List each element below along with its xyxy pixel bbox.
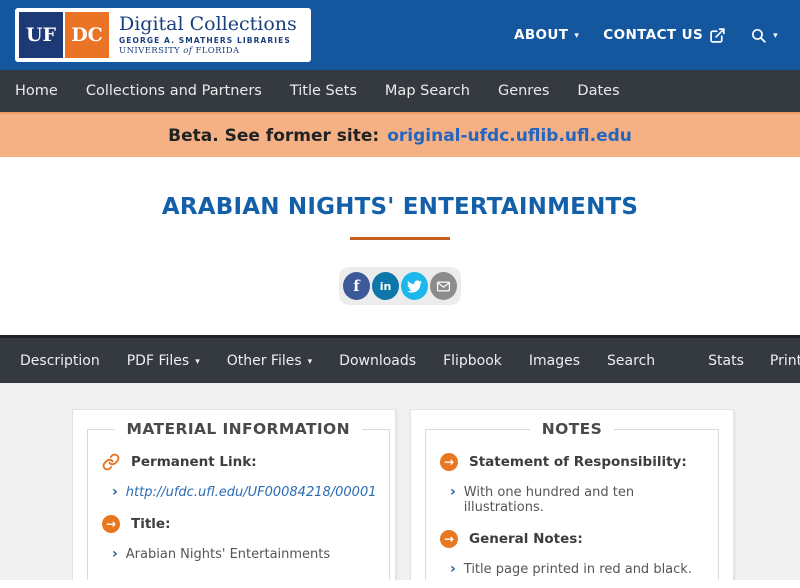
- facebook-share-button[interactable]: f: [343, 272, 370, 300]
- chevron-right-icon: ›: [112, 484, 118, 500]
- arrow-glyph: →: [443, 455, 455, 469]
- twitter-share-button[interactable]: [401, 272, 428, 300]
- link-icon: [102, 453, 120, 471]
- chevron-down-icon: ▾: [307, 356, 313, 367]
- title-divider: [350, 237, 450, 240]
- toolbar-downloads-label: Downloads: [339, 352, 417, 369]
- linkedin-icon: in: [379, 279, 392, 293]
- title-label-row: → Title:: [102, 515, 377, 533]
- permanent-link-label-row: Permanent Link:: [102, 453, 377, 471]
- nav-item-collections-and-partners[interactable]: Collections and Partners: [72, 83, 276, 99]
- site-header: UF DC Digital Collections GEORGE A. SMAT…: [0, 0, 800, 70]
- social-share-bar: f in: [339, 267, 461, 305]
- general-note-1-value: Title page printed in red and black.: [463, 562, 692, 577]
- item-hero: ARABIAN NIGHTS' ENTERTAINMENTS f in: [0, 194, 800, 305]
- logo-subtitle: GEORGE A. SMATHERS LIBRARIES: [119, 36, 291, 46]
- title-value-row: › Arabian Nights' Entertainments: [112, 546, 377, 562]
- title-label: Title:: [131, 516, 171, 532]
- logo-text: Digital Collections GEORGE A. SMATHERS L…: [119, 12, 307, 56]
- former-site-link[interactable]: original-ufdc.uflib.ufl.edu: [387, 126, 632, 146]
- chevron-down-icon: ▾: [195, 356, 200, 367]
- toolbar-images[interactable]: Images: [529, 353, 580, 369]
- toolbar-stats[interactable]: Stats: [708, 352, 744, 369]
- statement-of-responsibility-label: Statement of Responsibility:: [469, 454, 687, 470]
- beta-banner-text: Beta. See former site:: [168, 125, 380, 146]
- toolbar-print-menu[interactable]: Print▾: [770, 352, 800, 369]
- toolbar-flipbook-label: Flipbook: [443, 352, 502, 369]
- envelope-icon: [436, 281, 451, 291]
- material-information-fieldset: MATERIAL INFORMATION Permanent Link: › h…: [87, 420, 390, 580]
- logo-university-word: UNIVERSITY: [119, 46, 181, 57]
- toolbar-other-files-menu[interactable]: Other Files ▾: [227, 353, 312, 369]
- nav-item-map-search[interactable]: Map Search: [371, 83, 484, 99]
- statement-of-responsibility-value-row: › With one hundred and ten illustrations…: [450, 484, 706, 515]
- arrow-circle-icon: →: [102, 515, 120, 533]
- arrow-glyph: →: [105, 517, 117, 531]
- logo-florida-word: FLORIDA: [195, 46, 240, 57]
- about-label: ABOUT: [513, 27, 569, 43]
- general-notes-label-row: → General Notes:: [440, 530, 706, 548]
- contact-us-label: CONTACT US: [603, 27, 704, 43]
- toolbar-pdf-files-menu[interactable]: PDF Files ▾: [127, 353, 200, 369]
- permanent-link-url[interactable]: http://ufdc.ufl.edu/UF00084218/00001: [126, 485, 377, 500]
- permanent-link-value-row: › http://ufdc.ufl.edu/UF00084218/00001: [112, 484, 377, 500]
- header-utility-nav: ABOUT ▾ CONTACT US ▾: [514, 27, 778, 44]
- nav-item-dates[interactable]: Dates: [563, 83, 633, 99]
- item-metadata-section: MATERIAL INFORMATION Permanent Link: › h…: [0, 383, 800, 580]
- title-value: Arabian Nights' Entertainments: [125, 547, 331, 562]
- statement-of-responsibility-value: With one hundred and ten illustrations.: [463, 485, 635, 515]
- item-toolbar: Description PDF Files ▾ Other Files ▾ Down…: [0, 335, 800, 383]
- statement-of-responsibility-label-row: → Statement of Responsibility:: [440, 453, 706, 471]
- contact-us-link[interactable]: CONTACT US: [603, 27, 726, 44]
- toolbar-right-group: Stats Print▾ Send: [682, 352, 800, 369]
- material-information-heading: MATERIAL INFORMATION: [126, 420, 350, 438]
- toolbar-flipbook[interactable]: Flipbook: [443, 353, 502, 369]
- chevron-down-icon: ▾: [773, 31, 778, 41]
- general-notes-label: General Notes:: [469, 531, 583, 547]
- facebook-icon: f: [353, 277, 360, 295]
- toolbar-stats-label: Stats: [708, 352, 744, 369]
- arrow-glyph: →: [443, 532, 455, 546]
- chevron-down-icon: ▾: [574, 31, 580, 41]
- toolbar-search-label: Search: [607, 352, 656, 369]
- toolbar-downloads[interactable]: Downloads: [339, 353, 416, 369]
- uf-logo-block: UF: [19, 12, 63, 58]
- material-information-panel: MATERIAL INFORMATION Permanent Link: › h…: [72, 409, 396, 580]
- twitter-icon: [407, 279, 422, 293]
- toolbar-pdf-files-label: PDF Files: [126, 352, 190, 369]
- external-link-icon: [710, 27, 725, 43]
- email-share-button[interactable]: [430, 272, 457, 300]
- main-nav: Home Collections and Partners Title Sets…: [0, 70, 800, 112]
- toolbar-print-label: Print: [769, 352, 800, 369]
- beta-banner: Beta. See former site: original-ufdc.ufl…: [0, 112, 800, 157]
- arrow-circle-icon: →: [440, 530, 458, 548]
- page-title: ARABIAN NIGHTS' ENTERTAINMENTS: [161, 194, 639, 220]
- permanent-link-label: Permanent Link:: [131, 454, 257, 470]
- about-menu[interactable]: ABOUT ▾: [514, 27, 579, 43]
- nav-item-home[interactable]: Home: [1, 83, 72, 99]
- logo-title: Digital Collections: [119, 12, 297, 35]
- linkedin-share-button[interactable]: in: [372, 272, 399, 300]
- toolbar-description-label: Description: [20, 352, 100, 369]
- nav-item-genres[interactable]: Genres: [484, 83, 563, 99]
- notes-panel: NOTES → Statement of Responsibility: › W…: [410, 409, 734, 580]
- toolbar-images-label: Images: [528, 352, 581, 369]
- general-note-1-row: › Title page printed in red and black.: [450, 561, 706, 577]
- chevron-right-icon: ›: [450, 484, 456, 500]
- notes-fieldset: NOTES → Statement of Responsibility: › W…: [425, 420, 719, 580]
- toolbar-other-files-label: Other Files: [226, 352, 302, 369]
- ufdc-logo[interactable]: UF DC Digital Collections GEORGE A. SMAT…: [15, 8, 311, 62]
- header-search-menu[interactable]: ▾: [750, 27, 778, 44]
- toolbar-search[interactable]: Search: [607, 353, 655, 369]
- toolbar-description[interactable]: Description: [20, 353, 100, 369]
- search-icon: [752, 28, 766, 43]
- logo-university-line: UNIVERSITY of FLORIDA: [119, 46, 297, 56]
- logo-of-word: of: [183, 46, 193, 57]
- chevron-right-icon: ›: [450, 561, 456, 577]
- notes-heading: NOTES: [541, 420, 603, 438]
- arrow-circle-icon: →: [440, 453, 458, 471]
- nav-item-title-sets[interactable]: Title Sets: [276, 83, 371, 99]
- dc-logo-block: DC: [65, 12, 109, 58]
- chevron-right-icon: ›: [112, 546, 118, 562]
